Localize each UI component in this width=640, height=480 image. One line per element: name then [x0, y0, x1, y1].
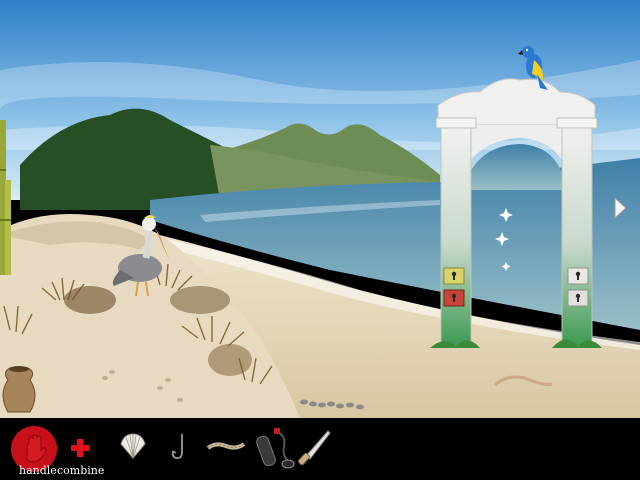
keyhole-plate-right-top[interactable]: [567, 267, 589, 285]
keyhole-plate-left-bottom[interactable]: [443, 289, 465, 307]
beach-scene[interactable]: [0, 0, 640, 418]
keyhole-plate-left-top[interactable]: [443, 267, 465, 285]
inventory-bar: handle combine: [0, 418, 640, 480]
handle-label[interactable]: handle: [19, 464, 57, 477]
knife-icon[interactable]: [294, 428, 332, 468]
fish-hook-icon[interactable]: [170, 432, 190, 462]
combine-button[interactable]: [70, 438, 90, 458]
combine-label[interactable]: combine: [57, 464, 104, 477]
diving-gear-icon[interactable]: [252, 426, 296, 472]
rope-icon[interactable]: [206, 438, 246, 454]
right-arrow-icon[interactable]: [612, 196, 628, 220]
keyhole-plate-right-bottom[interactable]: [567, 289, 589, 307]
plus-icon: [71, 439, 89, 457]
scallop-shell-icon[interactable]: [118, 432, 148, 460]
clay-jar-icon[interactable]: [2, 366, 36, 413]
